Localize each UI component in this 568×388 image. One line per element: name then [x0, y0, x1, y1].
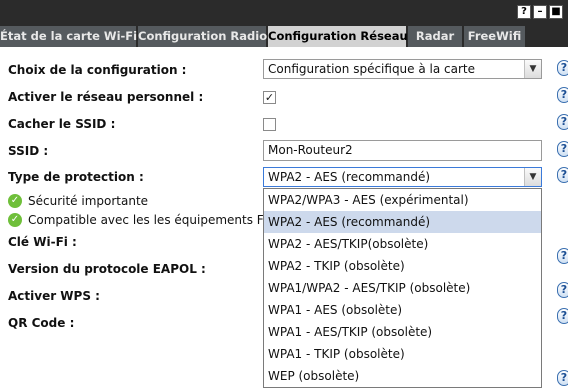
wps-label: Activer WPS :: [8, 289, 100, 303]
dropdown-option[interactable]: WPA2/WPA3 - AES (expérimental): [264, 189, 541, 211]
help-button[interactable]: ?: [517, 5, 531, 19]
help-icon[interactable]: ?: [557, 141, 568, 157]
activate-network-checkbox[interactable]: ✓: [263, 91, 276, 104]
dropdown-option[interactable]: WPA1 - TKIP (obsolète): [264, 343, 541, 365]
chevron-down-icon[interactable]: ▼: [524, 168, 541, 186]
help-icon[interactable]: ?: [557, 114, 568, 130]
protection-value: WPA2 - AES (recommandé): [268, 170, 431, 184]
hide-ssid-checkbox[interactable]: [263, 118, 276, 131]
compat-note: ✓ Compatible avec les les équipements Fr…: [8, 212, 290, 228]
activate-network-label: Activer le réseau personnel :: [8, 90, 204, 104]
security-note-text: Sécurité importante: [28, 194, 149, 208]
chevron-down-icon[interactable]: ▼: [524, 60, 541, 78]
hide-ssid-label: Cacher le SSID :: [8, 117, 116, 131]
protection-label: Type de protection :: [8, 170, 144, 184]
help-icon[interactable]: ?: [557, 308, 568, 324]
tab-bar: État de la carte Wi-Fi Configuration Rad…: [0, 26, 568, 47]
help-icon[interactable]: ?: [557, 370, 568, 386]
wifi-key-label: Clé Wi-Fi :: [8, 235, 77, 249]
top-bar: ? – ■: [0, 0, 568, 26]
dropdown-option[interactable]: WEP (obsolète): [264, 365, 541, 387]
tab-radar[interactable]: Radar: [408, 26, 463, 47]
eapol-label: Version du protocole EAPOL :: [8, 262, 206, 276]
tab-etat-carte-wifi[interactable]: État de la carte Wi-Fi: [0, 26, 137, 47]
protection-select[interactable]: WPA2 - AES (recommandé) ▼: [263, 167, 542, 187]
help-icon[interactable]: ?: [557, 248, 568, 264]
window-controls: ? – ■: [517, 5, 563, 19]
check-circle-icon: ✓: [8, 213, 22, 227]
dropdown-option[interactable]: WPA2 - TKIP (obsolète): [264, 255, 541, 277]
help-icon[interactable]: ?: [557, 87, 568, 103]
tab-configuration-radio[interactable]: Configuration Radio: [138, 26, 267, 47]
ssid-input[interactable]: Mon-Routeur2: [263, 140, 542, 161]
protection-dropdown-list: WPA2/WPA3 - AES (expérimental) WPA2 - AE…: [263, 188, 542, 388]
tab-configuration-reseau[interactable]: Configuration Réseau: [268, 26, 408, 47]
close-button[interactable]: ■: [549, 5, 563, 19]
minimize-button[interactable]: –: [533, 5, 547, 19]
config-choice-select[interactable]: Configuration spécifique à la carte ▼: [263, 59, 542, 79]
tab-freewifi[interactable]: FreeWifi: [464, 26, 526, 47]
config-choice-label: Choix de la configuration :: [8, 63, 187, 77]
dropdown-option[interactable]: WPA1 - AES/TKIP (obsolète): [264, 321, 541, 343]
compat-note-text: Compatible avec les les équipements Free…: [28, 213, 290, 227]
help-icon[interactable]: ?: [557, 60, 568, 76]
dropdown-option[interactable]: WPA2 - AES/TKIP(obsolète): [264, 233, 541, 255]
ssid-label: SSID :: [8, 144, 49, 158]
help-icon[interactable]: ?: [557, 282, 568, 298]
config-choice-value: Configuration spécifique à la carte: [268, 62, 475, 76]
dropdown-option-selected[interactable]: WPA2 - AES (recommandé): [264, 211, 541, 233]
qr-code-label: QR Code :: [8, 316, 75, 330]
check-circle-icon: ✓: [8, 194, 22, 208]
help-icon[interactable]: ?: [557, 167, 568, 183]
dropdown-option[interactable]: WPA1/WPA2 - AES/TKIP (obsolète): [264, 277, 541, 299]
dropdown-option[interactable]: WPA1 - AES (obsolète): [264, 299, 541, 321]
security-note: ✓ Sécurité importante: [8, 193, 148, 209]
